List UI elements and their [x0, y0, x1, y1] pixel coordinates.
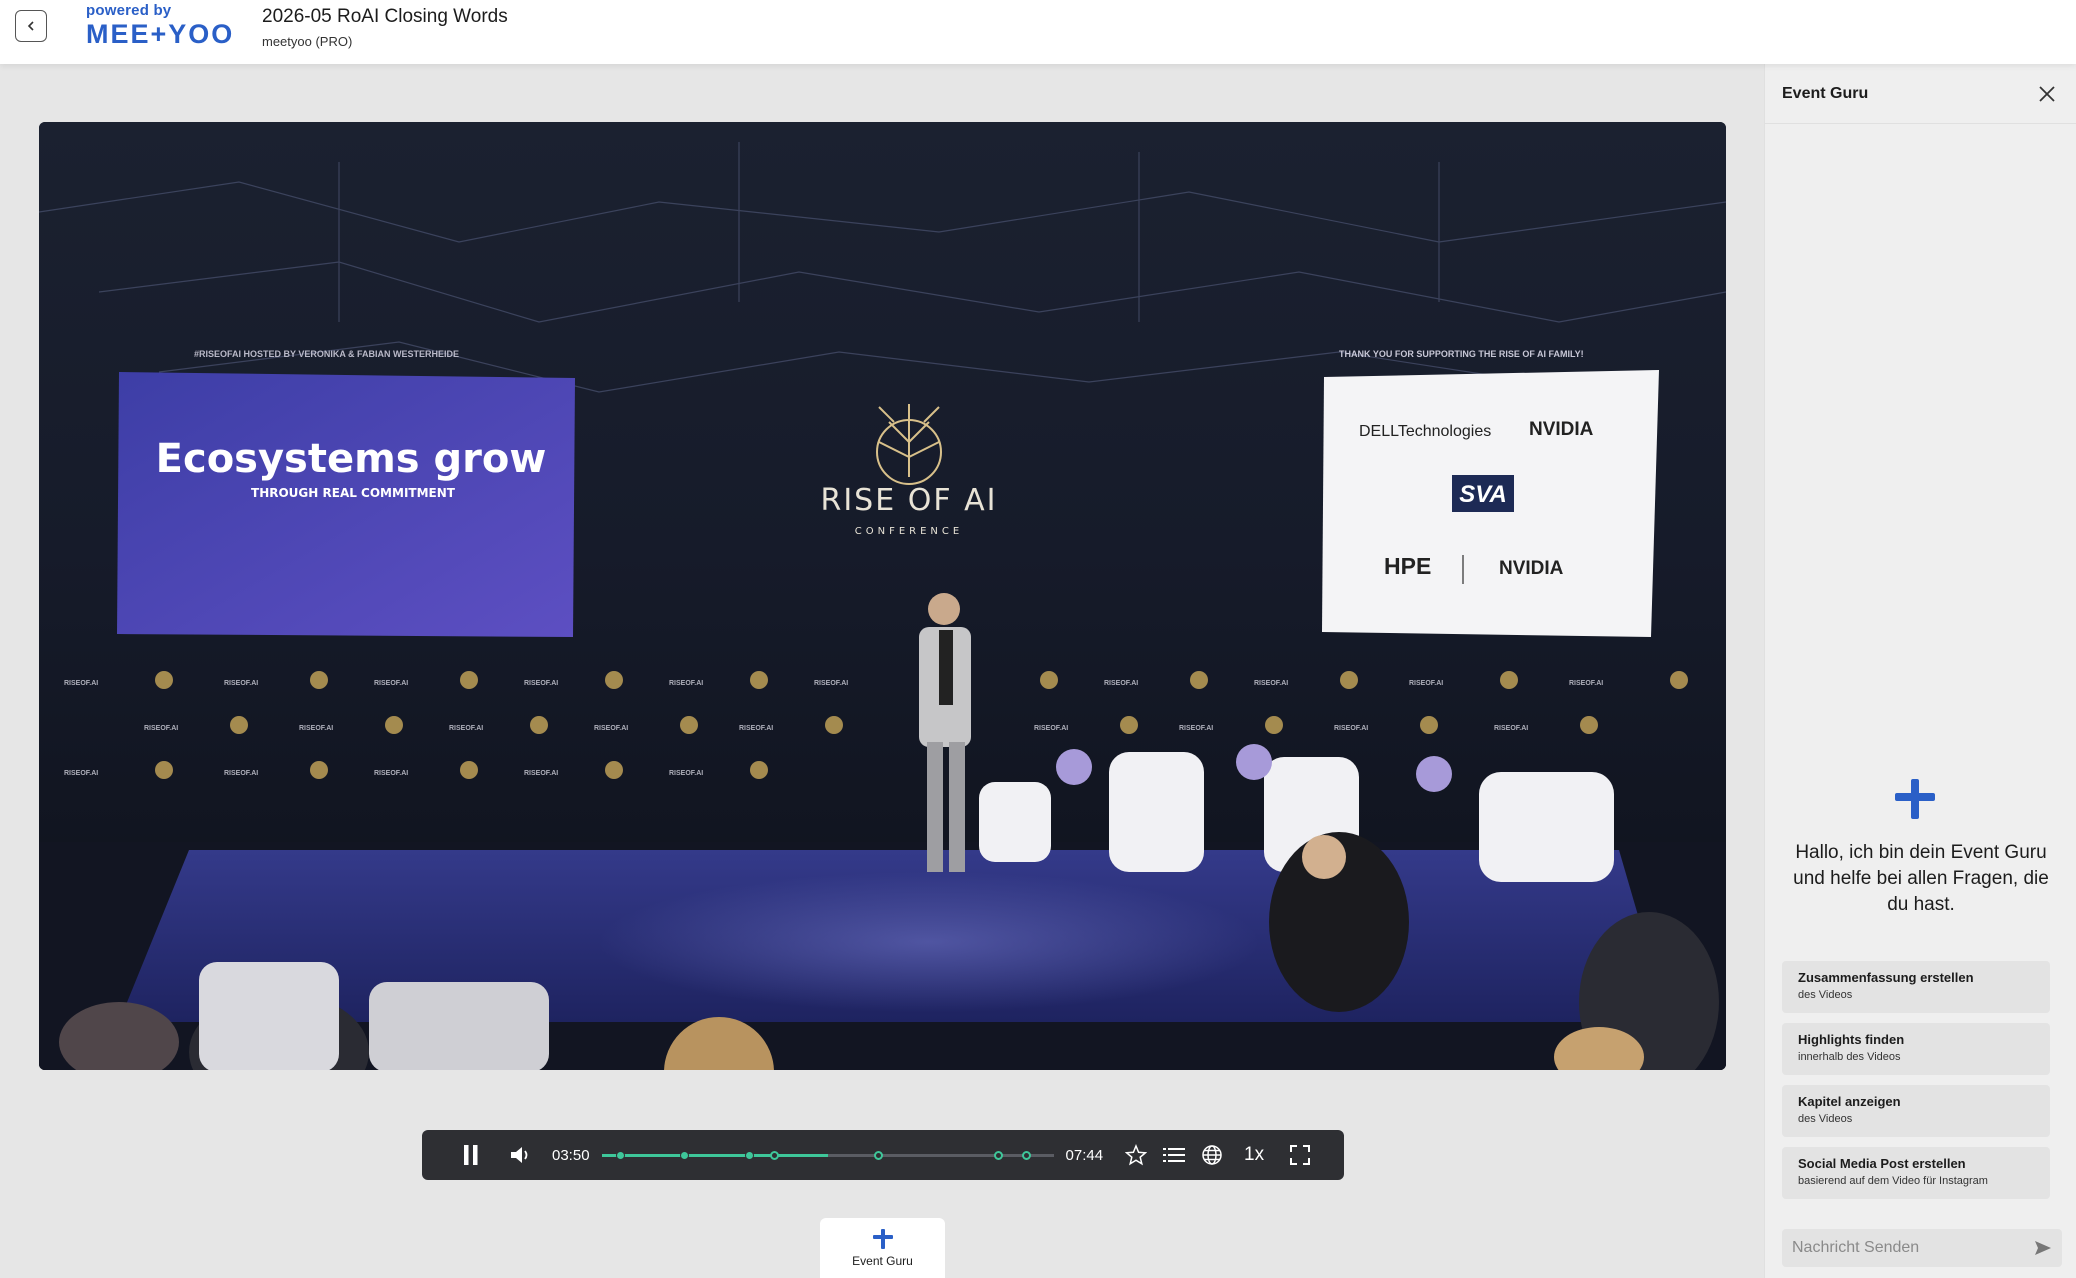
favorite-button[interactable]	[1117, 1136, 1155, 1174]
svg-text:RISEOF.AI: RISEOF.AI	[144, 725, 178, 732]
chapters-icon	[1163, 1148, 1186, 1162]
chapter-marker[interactable]	[769, 1151, 779, 1160]
suggestion-subtitle: innerhalb des Videos	[1798, 1051, 1901, 1063]
suggestion-summary[interactable]: Zusammenfassung erstellen des Videos	[1782, 961, 2050, 1013]
suggestion-chapters[interactable]: Kapitel anzeigen des Videos	[1782, 1085, 2050, 1137]
suggestion-title: Kapitel anzeigen	[1798, 1094, 1901, 1109]
svg-text:RISEOF.AI: RISEOF.AI	[374, 770, 408, 777]
svg-text:RISEOF.AI: RISEOF.AI	[1104, 680, 1138, 687]
chapter-marker[interactable]	[615, 1151, 625, 1160]
event-guru-logo-icon	[1895, 779, 1935, 819]
left-stage-screen: #RISEOFAI HOSTED BY VERONIKA & FABIAN WE…	[117, 349, 575, 637]
svg-text:RISEOF.AI: RISEOF.AI	[669, 680, 703, 687]
event-title: 2026-05 RoAI Closing Words	[262, 6, 508, 27]
event-guru-tab[interactable]: Event Guru	[820, 1218, 945, 1278]
meetyoo-logo: powered by MEE+YOO	[86, 2, 235, 54]
svg-text:RISEOF.AI: RISEOF.AI	[1494, 725, 1528, 732]
greeting-text: Hallo, ich bin dein Event Guru und helfe…	[1793, 842, 2049, 915]
suggestion-title: Highlights finden	[1798, 1032, 1905, 1047]
panel-title: Event Guru	[1782, 84, 1869, 102]
event-guru-panel: Event Guru Hallo, ich bin dein Event Gur…	[1764, 64, 2076, 1278]
chapter-marker[interactable]	[873, 1151, 883, 1160]
svg-text:RISEOF.AI: RISEOF.AI	[224, 680, 258, 687]
current-time: 03:50	[552, 1146, 590, 1164]
event-guru-tab-label: Event Guru	[852, 1254, 913, 1268]
chapter-marker[interactable]	[1021, 1151, 1031, 1160]
svg-text:CONFERENCE: CONFERENCE	[855, 526, 963, 537]
svg-text:NVIDIA: NVIDIA	[1499, 558, 1564, 579]
svg-text:#RISEOFAI HOSTED BY VERONIKA &: #RISEOFAI HOSTED BY VERONIKA & FABIAN WE…	[194, 349, 459, 359]
svg-text:RISEOF.AI: RISEOF.AI	[374, 680, 408, 687]
svg-text:RISEOF.AI: RISEOF.AI	[299, 725, 333, 732]
svg-text:DELLTechnologies: DELLTechnologies	[1359, 423, 1491, 440]
top-bar: powered by MEE+YOO 2026-05 RoAI Closing …	[0, 0, 2076, 64]
event-subtitle: meetyoo (PRO)	[262, 34, 353, 49]
player-controls: 03:50 07:44 1x	[422, 1130, 1344, 1180]
fullscreen-button[interactable]	[1281, 1136, 1319, 1174]
svg-text:RISE OF AI: RISE OF AI	[820, 483, 997, 518]
back-button[interactable]	[15, 10, 47, 42]
svg-text:HPE: HPE	[1384, 553, 1431, 579]
main-area: RISEOF.AI RISEOF.AI RISEOF.AI RISEOF.AI …	[0, 64, 1764, 1278]
suggestion-subtitle: basierend auf dem Video für Instagram	[1798, 1175, 1988, 1187]
suggestion-subtitle: des Videos	[1798, 1113, 1853, 1125]
svg-text:NVIDIA: NVIDIA	[1529, 419, 1594, 440]
svg-text:THANK YOU FOR SUPPORTING THE R: THANK YOU FOR SUPPORTING THE RISE OF AI …	[1339, 349, 1584, 359]
svg-text:SVA: SVA	[1459, 481, 1507, 508]
svg-text:RISEOF.AI: RISEOF.AI	[739, 725, 773, 732]
svg-text:RISEOF.AI: RISEOF.AI	[64, 680, 98, 687]
svg-text:RISEOF.AI: RISEOF.AI	[1409, 680, 1443, 687]
event-guru-icon	[872, 1229, 893, 1249]
volume-icon	[511, 1147, 528, 1163]
star-icon	[1125, 1144, 1148, 1166]
svg-text:RISEOF.AI: RISEOF.AI	[224, 770, 258, 777]
svg-text:RISEOF.AI: RISEOF.AI	[669, 770, 703, 777]
svg-text:RISEOF.AI: RISEOF.AI	[1569, 680, 1603, 687]
speed-label: 1x	[1244, 1144, 1265, 1165]
video-player[interactable]: RISEOF.AI RISEOF.AI RISEOF.AI RISEOF.AI …	[39, 122, 1726, 1070]
chapters-button[interactable]	[1155, 1136, 1193, 1174]
svg-text:RISEOF.AI: RISEOF.AI	[1254, 680, 1288, 687]
language-button[interactable]	[1193, 1136, 1231, 1174]
message-input[interactable]	[1792, 1239, 2012, 1257]
suggestion-title: Zusammenfassung erstellen	[1798, 970, 1974, 985]
svg-text:RISEOF.AI: RISEOF.AI	[814, 680, 848, 687]
panel-header: Event Guru	[1765, 64, 2076, 124]
fullscreen-icon	[1290, 1145, 1311, 1165]
speed-button[interactable]: 1x	[1235, 1136, 1273, 1174]
video-frame: RISEOF.AI RISEOF.AI RISEOF.AI RISEOF.AI …	[39, 122, 1726, 1070]
suggestion-highlights[interactable]: Highlights finden innerhalb des Videos	[1782, 1023, 2050, 1075]
chevron-left-icon	[27, 21, 34, 31]
send-icon[interactable]	[2034, 1240, 2052, 1256]
close-icon[interactable]	[2036, 83, 2058, 105]
chapter-marker[interactable]	[744, 1151, 754, 1160]
right-stage-screen: THANK YOU FOR SUPPORTING THE RISE OF AI …	[1322, 349, 1659, 637]
volume-button[interactable]	[502, 1136, 540, 1174]
pause-button[interactable]	[452, 1136, 490, 1174]
chapter-marker[interactable]	[993, 1151, 1003, 1160]
duration-time: 07:44	[1065, 1146, 1104, 1164]
svg-text:RISEOF.AI: RISEOF.AI	[594, 725, 628, 732]
event-title-block: 2026-05 RoAI Closing Words meetyoo (PRO)	[262, 6, 508, 49]
suggestion-social-post[interactable]: Social Media Post erstellen basierend au…	[1782, 1147, 2050, 1199]
progress-bar[interactable]	[601, 1140, 1054, 1170]
svg-text:RISEOF.AI: RISEOF.AI	[1334, 725, 1368, 732]
pause-icon	[464, 1145, 478, 1165]
svg-text:RISEOF.AI: RISEOF.AI	[1179, 725, 1213, 732]
powered-by-label: powered by	[86, 2, 172, 19]
suggestion-subtitle: des Videos	[1798, 989, 1853, 1001]
suggestion-title: Social Media Post erstellen	[1798, 1156, 1966, 1171]
progress-fill	[601, 1154, 828, 1157]
brand-name: MEE+YOO	[86, 19, 235, 49]
svg-text:Ecosystems grow: Ecosystems grow	[156, 436, 547, 482]
chapter-marker[interactable]	[679, 1151, 689, 1160]
svg-text:RISEOF.AI: RISEOF.AI	[449, 725, 483, 732]
language-icon	[1202, 1145, 1222, 1165]
svg-text:RISEOF.AI: RISEOF.AI	[64, 770, 98, 777]
svg-text:RISEOF.AI: RISEOF.AI	[524, 770, 558, 777]
message-bar	[1782, 1229, 2062, 1267]
svg-text:THROUGH REAL COMMITMENT: THROUGH REAL COMMITMENT	[251, 486, 456, 500]
svg-text:RISEOF.AI: RISEOF.AI	[1034, 725, 1068, 732]
svg-text:RISEOF.AI: RISEOF.AI	[524, 680, 558, 687]
